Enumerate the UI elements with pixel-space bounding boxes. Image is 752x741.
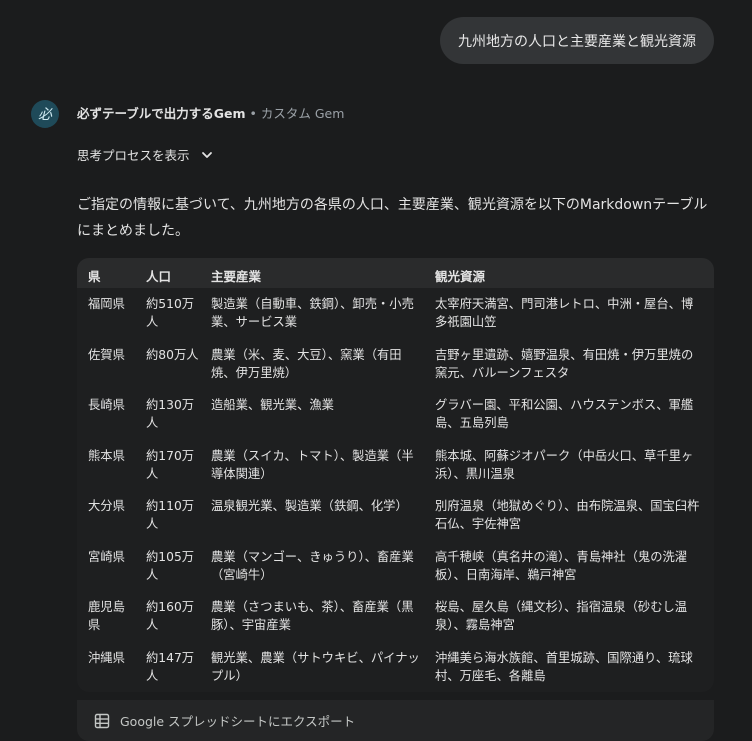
cell-population: 約80万人 [146,347,199,362]
cell-industry: 農業（米、麦、大豆）、窯業（有田焼、伊万里焼） [211,347,402,380]
table-row: 長崎県 約130万人 造船業、観光業、漁業 グラバー園、平和公園、ハウステンボス… [77,389,714,440]
cell-prefecture: 長崎県 [88,398,125,412]
cell-industry: 農業（さつまいも、茶）、畜産業（黒豚）、宇宙産業 [211,600,414,632]
table-row: 福岡県 約510万人 製造業（自動車、鉄鋼）、卸売・小売業、サービス業 太宰府天… [77,288,714,339]
table-row: 鹿児島県 約160万人 農業（さつまいも、茶）、畜産業（黒豚）、宇宙産業 桜島、… [77,591,714,642]
cell-population: 約170万人 [146,448,195,481]
user-message-text: 九州地方の人口と主要産業と観光資源 [458,33,696,50]
prefecture-table: 県 人口 主要産業 観光資源 福岡県 約510万人 製造業（自動車、鉄鋼）、卸売… [77,258,714,692]
cell-tourism: 吉野ヶ里遺跡、嬉野温泉、有田焼・伊万里焼の窯元、バルーンフェスタ [435,347,694,380]
cell-prefecture: 鹿児島県 [88,600,125,632]
cell-population: 約510万人 [146,297,195,329]
header-prefecture: 県 [88,269,101,284]
table-row: 宮崎県 約105万人 農業（マンゴー、きゅうり）、畜産業（宮崎牛） 高千穂峡（真… [77,541,714,592]
cell-population: 約147万人 [146,650,195,683]
cell-population: 約160万人 [146,600,195,632]
chat-page: 九州地方の人口と主要産業と観光資源 必 必ずテーブルで出力するGem • カスタ… [0,0,752,741]
cell-prefecture: 大分県 [88,499,125,513]
export-to-sheets-button[interactable]: Google スプレッドシートにエクスポート [77,700,714,741]
cell-prefecture: 沖縄県 [88,650,125,665]
cell-prefecture: 宮崎県 [88,549,125,564]
table-row: 沖縄県 約147万人 観光業、農業（サトウキビ、パイナップル） 沖縄美ら海水族館… [77,642,714,693]
table-header-row: 県 人口 主要産業 観光資源 [77,258,714,288]
cell-population: 約130万人 [146,398,195,430]
cell-tourism: 熊本城、阿蘇ジオパーク（中岳火口、草千里ヶ浜）、黒川温泉 [435,448,694,481]
cell-prefecture: 佐賀県 [88,347,125,362]
response-intro: ご指定の情報に基づいて、九州地方の各県の人口、主要産業、観光資源を以下のMark… [77,197,708,239]
table-row: 佐賀県 約80万人 農業（米、麦、大豆）、窯業（有田焼、伊万里焼） 吉野ヶ里遺跡… [77,339,714,390]
cell-tourism: 高千穂峡（真名井の滝）、青島神社（鬼の洗濯板）、日南海岸、鵜戸神宮 [435,549,688,582]
cell-tourism: 桜島、屋久島（縄文杉）、指宿温泉（砂むし温泉）、霧島神宮 [435,600,688,632]
show-thinking-button[interactable]: 思考プロセスを表示 [77,145,214,164]
show-thinking-label: 思考プロセスを表示 [77,148,190,163]
chevron-down-icon [201,151,212,158]
export-label: Google スプレッドシートにエクスポート [120,714,356,729]
cell-tourism: 太宰府天満宮、門司港レトロ、中洲・屋台、博多祇園山笠 [435,297,694,329]
user-message-bubble: 九州地方の人口と主要産業と観光資源 [440,17,714,64]
cell-industry: 温泉観光業、製造業（鉄鋼、化学） [211,499,408,513]
gem-avatar-glyph: 必 [38,107,52,123]
gem-header: 必ずテーブルで出力するGem • カスタム Gem [77,106,344,122]
cell-industry: 農業（マンゴー、きゅうり）、畜産業（宮崎牛） [211,549,414,582]
cell-industry: 農業（スイカ、トマト）、製造業（半導体関連） [211,448,414,481]
table-row: 大分県 約110万人 温泉観光業、製造業（鉄鋼、化学） 別府温泉（地獄めぐり）、… [77,490,714,541]
cell-tourism: 沖縄美ら海水族館、首里城跡、国際通り、琉球村、万座毛、各離島 [435,650,693,683]
gem-separator: • [245,106,261,121]
gem-type: カスタム Gem [260,106,345,121]
header-tourism: 観光資源 [435,269,486,284]
table-row: 熊本県 約170万人 農業（スイカ、トマト）、製造業（半導体関連） 熊本城、阿蘇… [77,440,714,491]
cell-industry: 観光業、農業（サトウキビ、パイナップル） [211,650,420,683]
gem-avatar: 必 [31,100,59,128]
cell-population: 約110万人 [146,499,195,531]
gem-name[interactable]: 必ずテーブルで出力するGem [77,106,246,121]
spreadsheet-icon [94,713,110,728]
cell-population: 約105万人 [146,549,195,582]
cell-prefecture: 熊本県 [88,448,125,463]
cell-tourism: グラバー園、平和公園、ハウステンボス、軍艦島、五島列島 [435,398,694,430]
cell-prefecture: 福岡県 [88,297,125,311]
cell-tourism: 別府温泉（地獄めぐり）、由布院温泉、国宝臼杵石仏、宇佐神宮 [435,499,700,531]
header-industry: 主要産業 [211,269,262,284]
header-population: 人口 [146,269,172,284]
cell-industry: 製造業（自動車、鉄鋼）、卸売・小売業、サービス業 [211,297,414,329]
cell-industry: 造船業、観光業、漁業 [211,398,334,412]
